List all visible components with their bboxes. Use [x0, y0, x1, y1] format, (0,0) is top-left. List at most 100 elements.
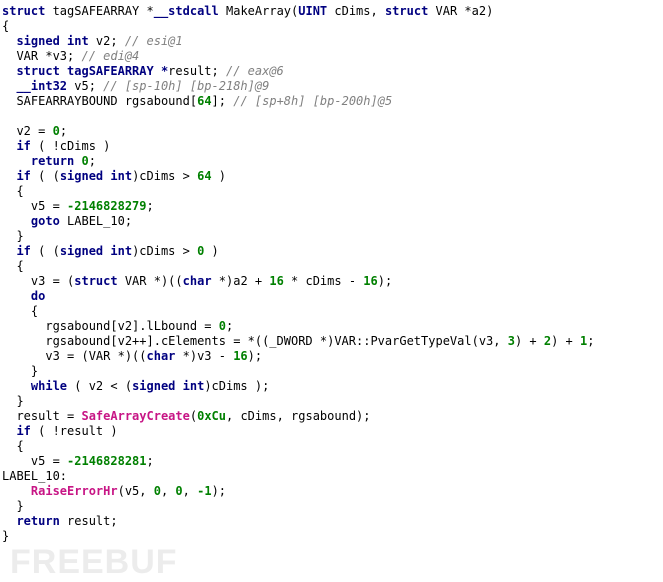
cast: ( (: [31, 169, 60, 183]
nm1: -1: [197, 484, 211, 498]
v3-decl: v3;: [53, 49, 82, 63]
v2eq: v2 =: [2, 124, 53, 138]
n0: 0: [53, 124, 60, 138]
v3cast: v3 = (VAR *)((: [2, 349, 147, 363]
c1: ,: [161, 484, 175, 498]
brace2: }: [2, 229, 24, 243]
kw-stdcall: __stdcall: [154, 4, 219, 18]
result-decl: result;: [168, 64, 226, 78]
ind: [2, 139, 16, 153]
p2c: ) +: [551, 334, 580, 348]
ind6: [2, 289, 31, 303]
semi6: ;: [587, 334, 594, 348]
semi7: );: [248, 349, 262, 363]
semi3: ;: [147, 199, 154, 213]
kw-goto: goto: [31, 214, 60, 228]
cast5: VAR *)((: [118, 274, 183, 288]
nneg2: -2146828281: [67, 454, 146, 468]
v2-decl: v2;: [89, 34, 125, 48]
cond3: )cDims );: [204, 379, 269, 393]
open2: (v5,: [118, 484, 154, 498]
v3eq: v3 = (: [2, 274, 74, 288]
t-struct: struct tagSAFEARRAY *: [16, 64, 168, 78]
close2: ): [204, 244, 218, 258]
brace3: {: [2, 259, 24, 273]
cmt-esi: // esi@1: [125, 34, 183, 48]
close: ): [212, 169, 226, 183]
fn-safearraycreate: SafeArrayCreate: [81, 409, 189, 423]
ind8: [2, 424, 16, 438]
n64: 64: [197, 94, 211, 108]
kw-struct3: struct: [74, 274, 117, 288]
kw-struct: struct: [2, 4, 45, 18]
p1c: ) +: [515, 334, 544, 348]
kw-uint: UINT: [298, 4, 327, 18]
brace5: }: [2, 364, 38, 378]
llb: rgsabound[v2].lLbound =: [2, 319, 219, 333]
ind7: [2, 379, 31, 393]
reseq: result =: [2, 409, 81, 423]
watermark: FREEBUF: [10, 555, 178, 570]
brace: {: [2, 184, 24, 198]
notres: ( !result ): [31, 424, 118, 438]
cmt-sp10: // [sp-10h] [bp-218h]@9: [103, 79, 269, 93]
semi4: );: [378, 274, 392, 288]
open: (: [190, 409, 197, 423]
brace4: {: [2, 304, 38, 318]
code-block: struct tagSAFEARRAY *__stdcall MakeArray…: [0, 0, 663, 544]
kw-struct2: struct: [385, 4, 428, 18]
n0f: 0: [175, 484, 182, 498]
t-sint2: signed int: [60, 169, 132, 183]
t-sint3: signed int: [60, 244, 132, 258]
kw-return2: return: [16, 514, 59, 528]
n16b: 16: [363, 274, 377, 288]
cond2: ( v2 < (: [67, 379, 132, 393]
sp: [74, 154, 81, 168]
kw-return: return: [31, 154, 74, 168]
kw-while: while: [31, 379, 67, 393]
retres: result;: [60, 514, 118, 528]
cast2: )cDims >: [132, 169, 197, 183]
kw-if4: if: [16, 424, 30, 438]
brace-open: {: [2, 19, 9, 33]
t-var: VAR *: [16, 49, 52, 63]
v5eq: v5 =: [2, 199, 67, 213]
t-int32: __int32: [16, 79, 67, 93]
cast6: *)a2 +: [212, 274, 270, 288]
ind3: [2, 169, 16, 183]
cmt-edi: // edi@4: [81, 49, 139, 63]
n0b: 0: [82, 154, 89, 168]
v5-decl: v5;: [67, 79, 103, 93]
c2: ,: [183, 484, 197, 498]
sig-type: tagSAFEARRAY *: [45, 4, 153, 18]
mul: * cDims -: [284, 274, 363, 288]
t-sint: signed int: [16, 34, 88, 48]
nneg1: -2146828279: [67, 199, 146, 213]
ind2: [2, 154, 31, 168]
sig-name: MakeArray(: [219, 4, 298, 18]
celem: rgsabound[v2++].cElements = *((_DWORD *)…: [2, 334, 508, 348]
n0e: 0: [154, 484, 161, 498]
cond1: ( !cDims ): [31, 139, 110, 153]
n64b: 64: [197, 169, 211, 183]
ind9: [2, 484, 31, 498]
semi2: ;: [89, 154, 96, 168]
brace6: }: [2, 394, 24, 408]
cast4: )cDims >: [132, 244, 197, 258]
p1: cDims,: [327, 4, 385, 18]
kw-if2: if: [16, 169, 30, 183]
args: , cDims, rgsabound);: [226, 409, 371, 423]
t-sint4: signed int: [132, 379, 204, 393]
hx0c: 0xCu: [197, 409, 226, 423]
t-sab: SAFEARRAYBOUND: [16, 94, 117, 108]
semi5: ;: [226, 319, 233, 333]
n16: 16: [269, 274, 283, 288]
fn-raiseerrorhr: RaiseErrorHr: [31, 484, 118, 498]
cmt-sp8: // [sp+8h] [bp-200h]@5: [233, 94, 392, 108]
semi8: ;: [147, 454, 154, 468]
ind10: [2, 514, 16, 528]
decompiled-source: struct tagSAFEARRAY *__stdcall MakeArray…: [0, 0, 663, 544]
lbl10: LABEL_10;: [60, 214, 132, 228]
cast3: ( (: [31, 244, 60, 258]
ind5: [2, 244, 16, 258]
